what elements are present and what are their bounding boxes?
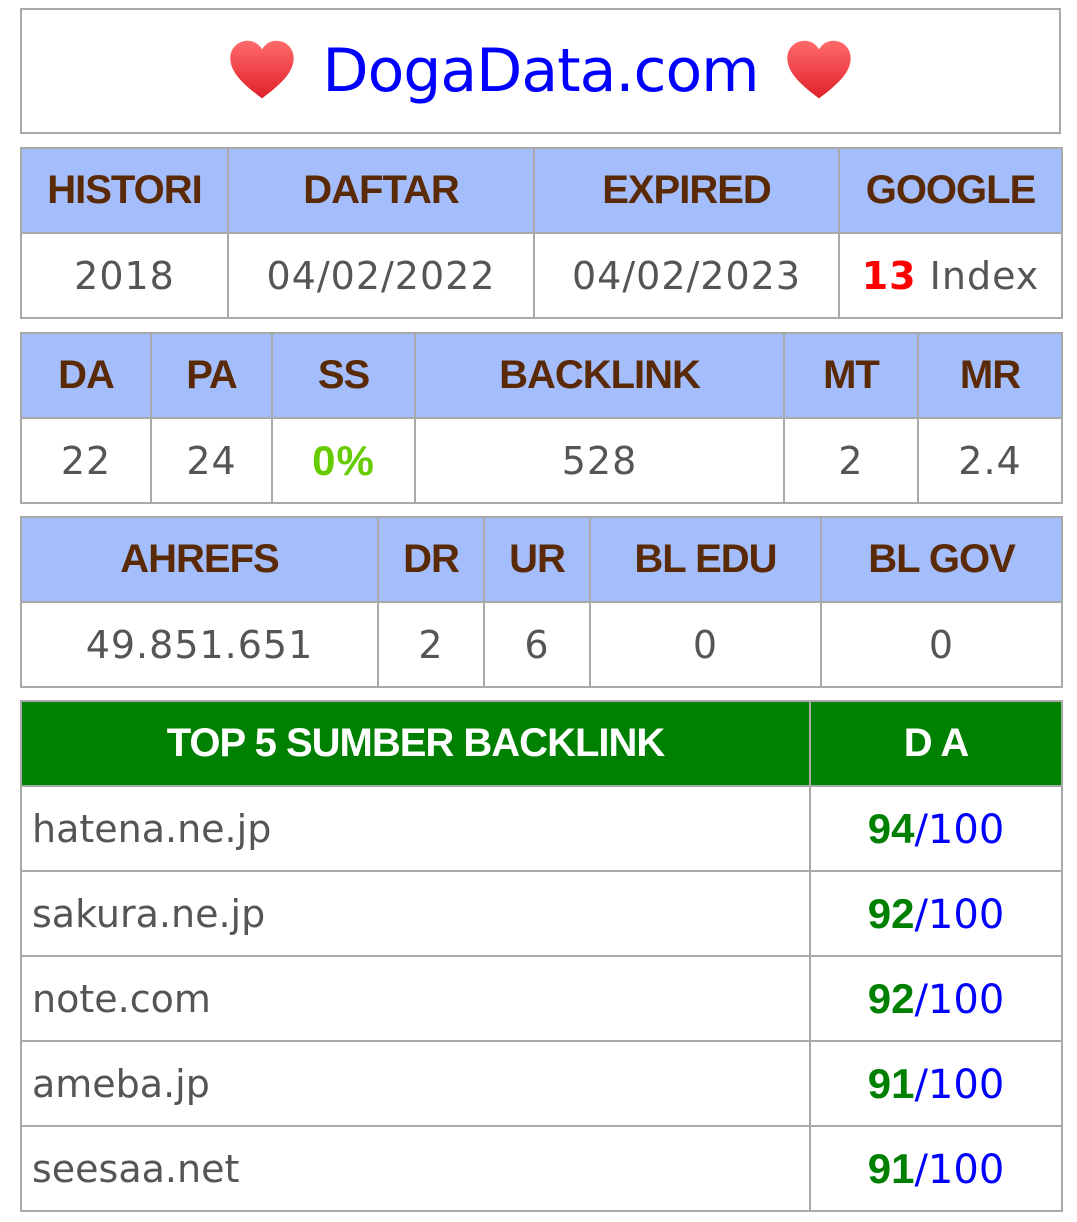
da-max: 100 bbox=[927, 1146, 1005, 1193]
mr-value: 2.4 bbox=[917, 417, 1063, 504]
backlink-site: seesaa.net bbox=[20, 1125, 811, 1212]
mt-value: 2 bbox=[783, 417, 919, 504]
backlink-site: note.com bbox=[20, 955, 811, 1042]
header-histori: HISTORI bbox=[20, 147, 229, 234]
backlink-site: ameba.jp bbox=[20, 1040, 811, 1127]
da-separator: / bbox=[914, 1061, 928, 1108]
google-index-label: Index bbox=[929, 253, 1040, 298]
header-expired: EXPIRED bbox=[533, 147, 840, 234]
google-index-count: 13 bbox=[861, 253, 917, 298]
histori-value: 2018 bbox=[20, 232, 229, 319]
header-ss: SS bbox=[271, 332, 416, 419]
google-index-value: 13 Index bbox=[838, 232, 1063, 319]
da-max: 100 bbox=[927, 891, 1005, 938]
da-separator: / bbox=[914, 891, 928, 938]
da-score: 92 bbox=[867, 889, 915, 937]
site-title[interactable]: DogaData.com bbox=[322, 36, 759, 106]
backlink-value: 528 bbox=[414, 417, 785, 504]
backlink-da: 92/100 bbox=[809, 870, 1063, 957]
table-row: seesaa.net 91/100 bbox=[20, 1125, 1063, 1212]
ahrefs-metrics-table: AHREFS DR UR BL EDU BL GOV 49.851.651 2 … bbox=[20, 516, 1063, 688]
header-google: GOOGLE bbox=[838, 147, 1063, 234]
daftar-value: 04/02/2022 bbox=[227, 232, 535, 319]
header-bl-edu: BL EDU bbox=[589, 516, 822, 603]
header-dr: DR bbox=[377, 516, 485, 603]
site-title-box: DogaData.com bbox=[20, 8, 1061, 134]
backlink-site: sakura.ne.jp bbox=[20, 870, 811, 957]
top-backlinks-table: TOP 5 SUMBER BACKLINK D A hatena.ne.jp 9… bbox=[20, 700, 1063, 1212]
da-max: 100 bbox=[927, 1061, 1005, 1108]
table-row: note.com 92/100 bbox=[20, 955, 1063, 1042]
backlink-da: 94/100 bbox=[809, 785, 1063, 872]
table-row: ameba.jp 91/100 bbox=[20, 1040, 1063, 1127]
header-daftar: DAFTAR bbox=[227, 147, 535, 234]
da-score: 91 bbox=[867, 1144, 915, 1192]
backlink-da: 91/100 bbox=[809, 1040, 1063, 1127]
header-top-sources: TOP 5 SUMBER BACKLINK bbox=[20, 700, 811, 787]
da-value: 22 bbox=[20, 417, 152, 504]
ur-value: 6 bbox=[483, 601, 591, 688]
header-ahrefs: AHREFS bbox=[20, 516, 379, 603]
header-pa: PA bbox=[150, 332, 273, 419]
da-score: 92 bbox=[867, 974, 915, 1022]
pa-value: 24 bbox=[150, 417, 273, 504]
backlink-da: 91/100 bbox=[809, 1125, 1063, 1212]
header-backlink: BACKLINK bbox=[414, 332, 785, 419]
bl-edu-value: 0 bbox=[589, 601, 822, 688]
da-max: 100 bbox=[927, 806, 1005, 853]
da-score: 94 bbox=[867, 804, 915, 852]
bl-gov-value: 0 bbox=[820, 601, 1063, 688]
dr-value: 2 bbox=[377, 601, 485, 688]
da-separator: / bbox=[914, 976, 928, 1023]
heart-icon bbox=[230, 40, 295, 99]
header-mt: MT bbox=[783, 332, 919, 419]
header-da-score: D A bbox=[809, 700, 1063, 787]
backlink-da: 92/100 bbox=[809, 955, 1063, 1042]
da-max: 100 bbox=[927, 976, 1005, 1023]
domain-metrics-table: DA PA SS BACKLINK MT MR 22 24 0% 528 2 2… bbox=[20, 332, 1063, 504]
expired-value: 04/02/2023 bbox=[533, 232, 840, 319]
header-bl-gov: BL GOV bbox=[820, 516, 1063, 603]
domain-history-table: HISTORI DAFTAR EXPIRED GOOGLE 2018 04/02… bbox=[20, 147, 1063, 319]
da-score: 91 bbox=[867, 1059, 915, 1107]
da-separator: / bbox=[914, 806, 928, 853]
ss-value: 0% bbox=[271, 417, 416, 504]
header-mr: MR bbox=[917, 332, 1063, 419]
table-row: hatena.ne.jp 94/100 bbox=[20, 785, 1063, 872]
heart-icon bbox=[786, 40, 851, 99]
table-row: sakura.ne.jp 92/100 bbox=[20, 870, 1063, 957]
backlink-site: hatena.ne.jp bbox=[20, 785, 811, 872]
header-da: DA bbox=[20, 332, 152, 419]
da-separator: / bbox=[914, 1146, 928, 1193]
header-ur: UR bbox=[483, 516, 591, 603]
ahrefs-value: 49.851.651 bbox=[20, 601, 379, 688]
